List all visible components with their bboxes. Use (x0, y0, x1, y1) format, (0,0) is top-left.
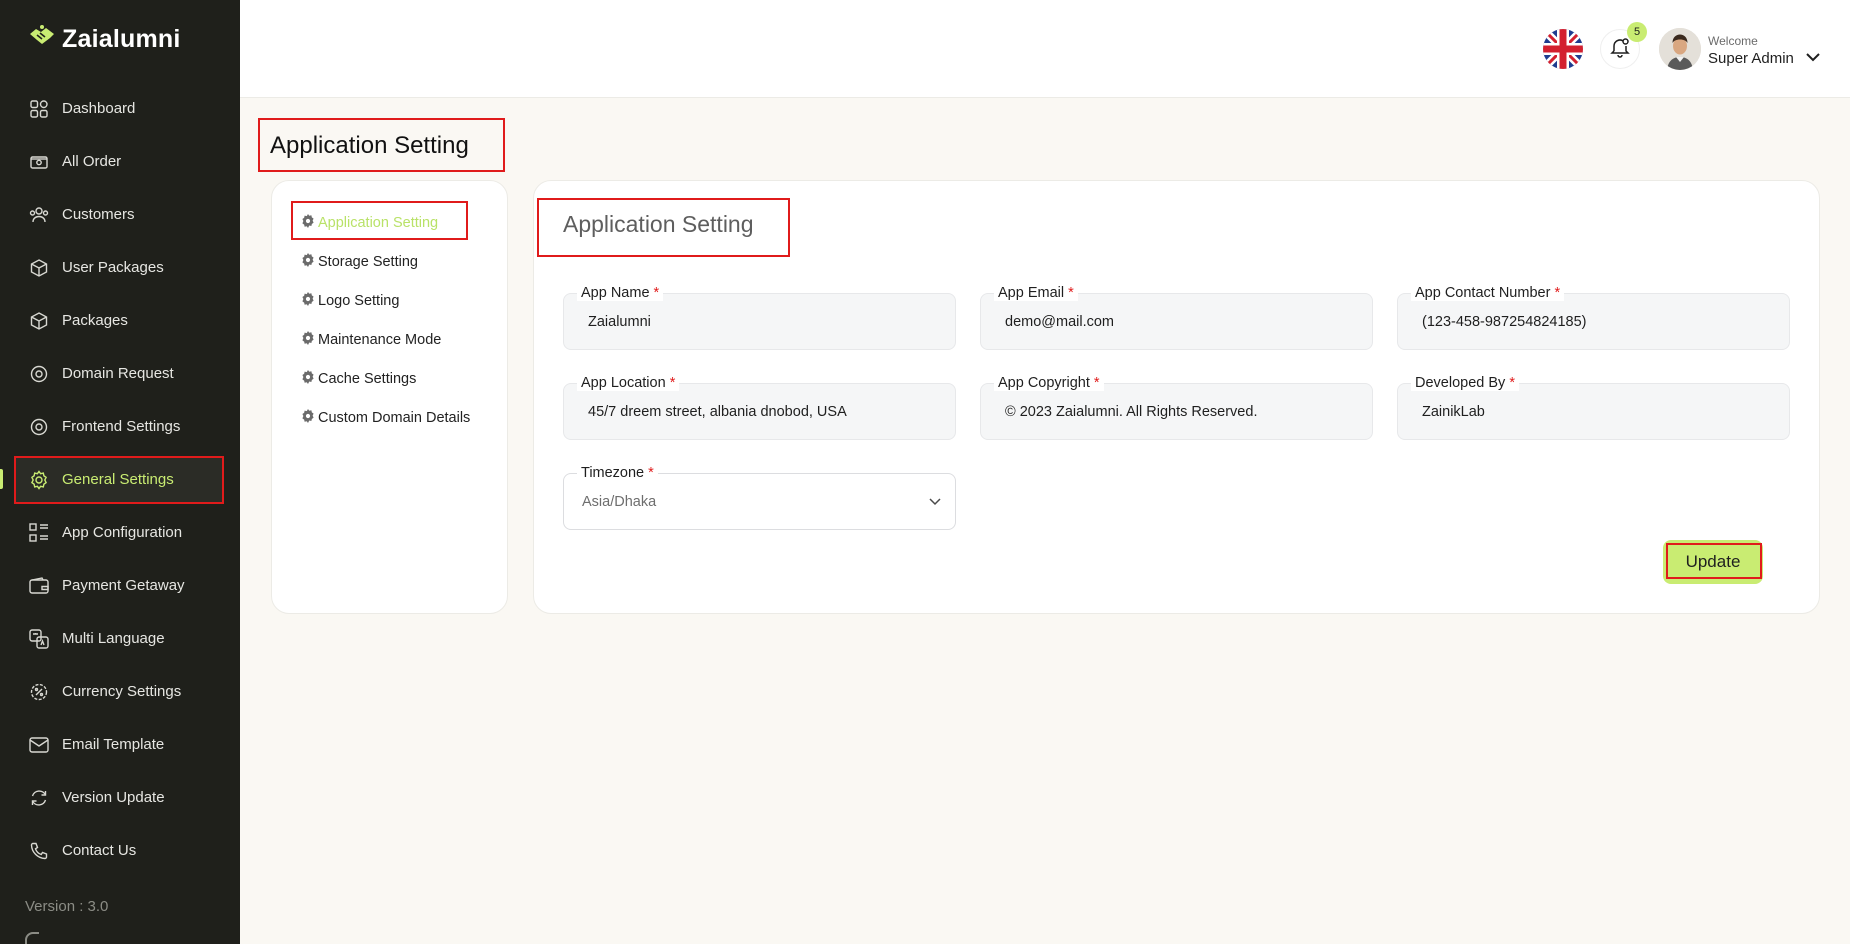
sidebar-item-label: Payment Getaway (62, 577, 185, 594)
sidebar-item-label: Domain Request (62, 365, 174, 382)
gear-icon (28, 469, 50, 491)
bell-icon (1609, 36, 1631, 63)
sidebar-item-label: Dashboard (62, 100, 136, 117)
gear-icon (301, 253, 315, 271)
app-contact-input[interactable]: (123-458-987254824185) (1397, 293, 1790, 350)
sidebar-item-user-packages[interactable]: User Packages (0, 241, 240, 294)
handshake-logo-icon (28, 24, 56, 55)
gear-icon (301, 331, 315, 349)
sidebar-item-label: Customers (62, 206, 135, 223)
page-title: Application Setting (270, 132, 469, 159)
sidebar-item-customers[interactable]: Customers (0, 188, 240, 241)
sidebar-item-label: Frontend Settings (62, 418, 181, 435)
app-email-input[interactable]: demo@mail.com (980, 293, 1373, 350)
settings-menu-label: Logo Setting (318, 293, 400, 309)
chevron-down-icon (927, 495, 943, 509)
update-button[interactable]: Update (1663, 540, 1763, 584)
settings-menu-item-cache-settings[interactable]: Cache Settings (301, 370, 416, 388)
sidebar-item-label: Currency Settings (62, 683, 182, 700)
sidebar-item-label: Contact Us (62, 842, 137, 859)
uk-flag-icon[interactable] (1543, 29, 1583, 69)
sidebar-item-label: All Order (62, 153, 122, 170)
settings-menu-label: Custom Domain Details (318, 410, 471, 426)
app-name-label: App Name * (577, 285, 664, 301)
sidebar-item-label: Multi Language (62, 630, 165, 647)
chevron-down-icon[interactable] (1804, 50, 1822, 64)
package-icon (28, 310, 50, 332)
collapse-icon[interactable] (25, 932, 39, 944)
settings-menu-item-application-setting[interactable]: Application Setting (301, 214, 438, 232)
developed-by-input[interactable]: ZainikLab (1397, 383, 1790, 440)
sidebar-item-label: User Packages (62, 259, 164, 276)
app-copyright-label: App Copyright * (994, 375, 1104, 391)
app-contact-label: App Contact Number * (1411, 285, 1565, 301)
sidebar-item-general-settings[interactable]: General Settings (0, 453, 240, 506)
notification-count-badge: 5 (1627, 22, 1647, 42)
brand-name: Zaialumni (62, 25, 181, 53)
gear-icon (301, 370, 315, 388)
dashboard-icon (28, 98, 50, 120)
version-label: Version : 3.0 (25, 898, 109, 915)
sidebar-item-label: Email Template (62, 736, 165, 753)
user-name[interactable]: Super Admin (1708, 50, 1794, 67)
sidebar-item-label: Packages (62, 312, 128, 329)
domain-icon (28, 363, 50, 385)
sidebar-nav: Dashboard All Order Customers User Packa… (0, 82, 240, 877)
app-location-input[interactable]: 45/7 dreem street, albania dnobod, USA (563, 383, 956, 440)
sidebar-item-dashboard[interactable]: Dashboard (0, 82, 240, 135)
gear-icon (301, 214, 315, 232)
customers-icon (28, 204, 50, 226)
timezone-selected-value: Asia/Dhaka (582, 493, 657, 510)
brand-logo[interactable]: Zaialumni (28, 24, 181, 55)
currency-icon (28, 681, 50, 703)
gear-icon (301, 292, 315, 310)
sidebar-item-version-update[interactable]: Version Update (0, 771, 240, 824)
language-icon (28, 628, 50, 650)
sidebar-item-app-configuration[interactable]: App Configuration (0, 506, 240, 559)
settings-menu-card (271, 180, 508, 614)
sidebar: Zaialumni Dashboard All Order Customers … (0, 0, 240, 944)
app-copyright-input[interactable]: © 2023 Zaialumni. All Rights Reserved. (980, 383, 1373, 440)
settings-menu-label: Storage Setting (318, 254, 418, 270)
sidebar-item-label: General Settings (62, 471, 174, 488)
refresh-icon (28, 787, 50, 809)
avatar[interactable] (1659, 28, 1701, 70)
developed-by-label: Developed By * (1411, 375, 1519, 391)
phone-icon (28, 840, 50, 862)
sidebar-item-contact-us[interactable]: Contact Us (0, 824, 240, 877)
form-title: Application Setting (563, 211, 754, 237)
frontend-icon (28, 416, 50, 438)
app-name-input[interactable]: Zaialumni (563, 293, 956, 350)
sidebar-item-multi-language[interactable]: Multi Language (0, 612, 240, 665)
sidebar-item-currency-settings[interactable]: Currency Settings (0, 665, 240, 718)
active-indicator (0, 469, 3, 489)
timezone-select[interactable]: Asia/Dhaka (563, 473, 956, 530)
settings-menu-item-storage-setting[interactable]: Storage Setting (301, 253, 418, 271)
order-icon (28, 151, 50, 173)
sidebar-item-payment-getaway[interactable]: Payment Getaway (0, 559, 240, 612)
sidebar-item-label: App Configuration (62, 524, 183, 541)
settings-menu-label: Application Setting (318, 215, 439, 231)
welcome-text: Welcome (1708, 34, 1758, 48)
package-icon (28, 257, 50, 279)
wallet-icon (28, 575, 50, 597)
settings-menu-item-custom-domain-details[interactable]: Custom Domain Details (301, 409, 470, 427)
sidebar-item-domain-request[interactable]: Domain Request (0, 347, 240, 400)
sidebar-item-frontend-settings[interactable]: Frontend Settings (0, 400, 240, 453)
settings-menu-label: Maintenance Mode (318, 332, 442, 348)
email-icon (28, 734, 50, 756)
sidebar-item-packages[interactable]: Packages (0, 294, 240, 347)
settings-menu-label: Cache Settings (318, 371, 417, 387)
settings-menu-item-maintenance-mode[interactable]: Maintenance Mode (301, 331, 441, 349)
timezone-label: Timezone * (577, 465, 658, 481)
sidebar-item-email-template[interactable]: Email Template (0, 718, 240, 771)
settings-menu-item-logo-setting[interactable]: Logo Setting (301, 292, 399, 310)
app-location-label: App Location * (577, 375, 680, 391)
app-config-icon (28, 522, 50, 544)
app-email-label: App Email * (994, 285, 1078, 301)
gear-icon (301, 409, 315, 427)
sidebar-item-all-order[interactable]: All Order (0, 135, 240, 188)
sidebar-item-label: Version Update (62, 789, 165, 806)
